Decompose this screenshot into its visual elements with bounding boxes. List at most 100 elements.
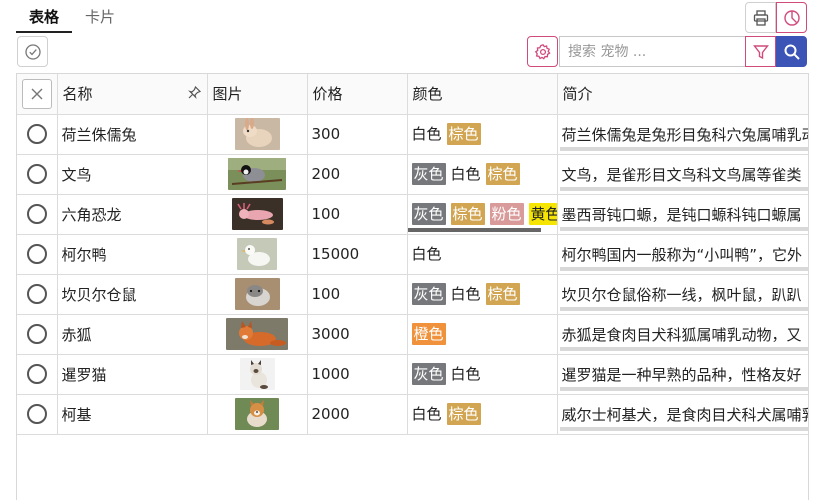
pets-table: 名称 图片 价格 颜色 简介 荷兰侏儒兔 300 白色 棕色 荷兰侏儒兔是兔形目兔科穴兔…	[16, 73, 809, 500]
desc-scrollbar[interactable]	[559, 346, 808, 351]
pet-name: 文鸟	[57, 154, 208, 195]
pet-image-cell[interactable]	[207, 194, 308, 235]
pet-image-cell[interactable]	[207, 314, 308, 355]
pet-image-cell[interactable]	[207, 394, 308, 435]
pet-colors: 灰色 白色	[407, 354, 558, 395]
column-header-desc[interactable]: 简介	[557, 74, 808, 115]
color-tag: 白色	[450, 283, 481, 305]
check-circle-icon	[24, 43, 41, 60]
row-select-cell	[17, 394, 58, 435]
row-radio[interactable]	[26, 244, 47, 264]
pet-colors: 橙色	[407, 314, 558, 355]
desc-scrollbar[interactable]	[559, 386, 808, 391]
color-cell-scrollbar[interactable]	[407, 227, 541, 232]
tab-cards[interactable]: 卡片	[72, 0, 128, 33]
pie-chart-icon	[783, 9, 800, 26]
color-tag: 白色	[450, 363, 481, 385]
pet-desc-cell: 墨西哥钝口螈，是钝口螈科钝口螈属	[557, 194, 808, 235]
color-tag: 棕色	[485, 283, 520, 305]
pet-description: 坎贝尔仓鼠俗称一线，枫叶鼠，趴趴	[561, 285, 802, 304]
pet-description: 威尔士柯基犬，是食肉目犬科犬属哺乳动物	[561, 405, 809, 424]
row-select-cell	[17, 314, 58, 355]
row-select-cell	[17, 354, 58, 395]
search-box	[559, 36, 745, 67]
row-radio[interactable]	[26, 404, 47, 424]
clear-selection-button[interactable]	[21, 78, 52, 109]
pet-description: 荷兰侏儒兔是兔形目兔科穴兔属哺乳动物	[561, 125, 809, 144]
pet-desc-cell: 柯尔鸭国内一般称为“小叫鸭”，它外	[557, 234, 808, 275]
column-header-color[interactable]: 颜色	[407, 74, 558, 115]
cat-photo	[239, 358, 275, 390]
corgi-photo	[235, 398, 279, 430]
desc-scrollbar[interactable]	[559, 146, 808, 151]
column-header-name[interactable]: 名称	[57, 74, 208, 115]
gear-icon	[534, 43, 551, 60]
pet-price: 2000	[307, 394, 408, 435]
pet-price: 1000	[307, 354, 408, 395]
row-radio[interactable]	[26, 284, 47, 304]
desc-scrollbar[interactable]	[559, 426, 808, 431]
settings-button[interactable]	[527, 36, 558, 67]
pet-image-cell[interactable]	[207, 154, 308, 195]
pet-price: 100	[307, 274, 408, 315]
color-tag: 白色	[450, 163, 481, 185]
row-select-cell	[17, 154, 58, 195]
table-row[interactable]: 六角恐龙 100灰色棕色粉色黄色墨西哥钝口螈，是钝口螈科钝口螈属	[17, 194, 808, 235]
column-header-label: 名称	[62, 85, 93, 104]
pet-image-cell[interactable]	[207, 274, 308, 315]
desc-scrollbar[interactable]	[559, 226, 808, 231]
pet-colors: 灰色棕色粉色黄色	[407, 194, 558, 235]
print-button[interactable]	[745, 2, 776, 33]
column-header-image[interactable]: 图片	[207, 74, 308, 115]
color-tag: 灰色	[411, 283, 446, 305]
row-radio[interactable]	[26, 164, 47, 184]
row-radio[interactable]	[26, 324, 47, 344]
pet-image-cell[interactable]	[207, 114, 308, 155]
filter-button[interactable]	[745, 36, 776, 67]
table-row[interactable]: 荷兰侏儒兔 300 白色 棕色 荷兰侏儒兔是兔形目兔科穴兔属哺乳动物	[17, 114, 809, 155]
pet-desc-cell: 文鸟，是雀形目文鸟科文鸟属等雀类	[557, 154, 808, 195]
row-radio[interactable]	[26, 204, 47, 224]
search-button[interactable]	[776, 36, 807, 67]
pet-image-cell[interactable]	[207, 354, 308, 395]
pet-name: 柯基	[57, 394, 208, 435]
pin-icon[interactable]	[187, 85, 201, 103]
duck-photo	[237, 238, 277, 270]
pet-colors: 白色	[407, 234, 558, 275]
table-row[interactable]: 文鸟 200 灰色 白色 棕色 文鸟，是雀形目文鸟科文鸟属等雀类	[17, 154, 808, 195]
color-tag: 灰色	[411, 363, 446, 385]
pet-desc-cell: 赤狐是食肉目犬科狐属哺乳动物，又	[557, 314, 808, 355]
table-row[interactable]: 暹罗猫 1000 灰色 白色 暹罗猫是一种早熟的品种，性格友好	[17, 354, 808, 395]
row-radio[interactable]	[26, 364, 47, 384]
pet-description: 暹罗猫是一种早熟的品种，性格友好	[561, 365, 802, 384]
table-row[interactable]: 柯尔鸭 15000 白色 柯尔鸭国内一般称为“小叫鸭”，它外	[17, 234, 808, 275]
select-mode-button[interactable]	[17, 36, 48, 67]
pet-image-cell[interactable]	[207, 234, 308, 275]
chart-button[interactable]	[776, 2, 807, 33]
row-radio[interactable]	[26, 124, 47, 144]
desc-scrollbar[interactable]	[559, 266, 808, 271]
color-tag: 棕色	[446, 123, 481, 145]
color-tag: 棕色	[446, 403, 481, 425]
search-input[interactable]	[560, 37, 745, 66]
color-tag: 白色	[411, 243, 442, 265]
table-row[interactable]: 柯基2000白色棕色威尔士柯基犬，是食肉目犬科犬属哺乳动物	[17, 394, 809, 435]
header-select-cell	[17, 74, 58, 115]
row-select-cell	[17, 274, 58, 315]
color-tag: 棕色	[450, 203, 485, 225]
pet-name: 六角恐龙	[57, 194, 208, 235]
row-select-cell	[17, 194, 58, 235]
desc-scrollbar[interactable]	[559, 306, 808, 311]
pet-name: 赤狐	[57, 314, 208, 355]
pet-description: 赤狐是食肉目犬科狐属哺乳动物，又	[561, 325, 802, 344]
pet-desc-cell: 坎贝尔仓鼠俗称一线，枫叶鼠，趴趴	[557, 274, 808, 315]
table-row[interactable]: 赤狐 3000 橙色 赤狐是食肉目犬科狐属哺乳动物，又	[17, 314, 808, 355]
tab-table[interactable]: 表格	[16, 0, 73, 33]
column-header-price[interactable]: 价格	[307, 74, 408, 115]
desc-scrollbar[interactable]	[559, 186, 808, 191]
pet-desc-cell: 威尔士柯基犬，是食肉目犬科犬属哺乳动物	[557, 394, 809, 435]
table-row[interactable]: 坎贝尔仓鼠 100 灰色 白色 棕色 坎贝尔仓鼠俗称一线，枫叶鼠，趴趴	[17, 274, 808, 315]
pet-price: 15000	[307, 234, 408, 275]
pet-name: 暹罗猫	[57, 354, 208, 395]
color-tag: 灰色	[411, 203, 446, 225]
